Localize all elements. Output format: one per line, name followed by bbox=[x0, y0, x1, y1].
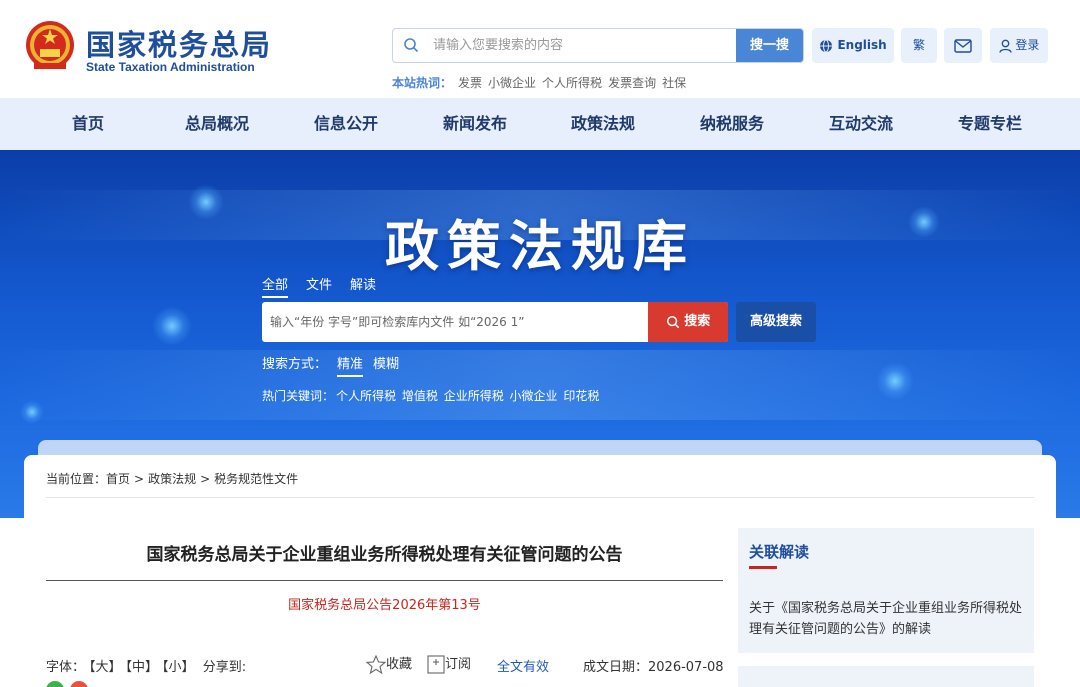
search-mode-label: 搜索方式： bbox=[262, 357, 328, 372]
issue-date: 成文日期：2026-07-08 bbox=[583, 656, 724, 675]
globe-icon bbox=[820, 39, 833, 52]
hot-keyword-link[interactable]: 印花税 bbox=[563, 389, 599, 403]
share-icons bbox=[46, 681, 94, 687]
hot-keywords: 热门关键词： 个人所得税 增值税 企业所得税 小微企业 印花税 bbox=[262, 387, 599, 404]
hotwords-label: 本站热词： bbox=[392, 76, 453, 90]
breadcrumb-policy[interactable]: 政策法规 bbox=[148, 472, 196, 486]
date-label: 成文日期： bbox=[583, 660, 649, 675]
hot-keyword-link[interactable]: 个人所得税 bbox=[336, 389, 396, 403]
nav-item-home[interactable]: 首页 bbox=[33, 98, 143, 150]
favorite-label: 收藏 bbox=[386, 657, 413, 672]
english-button[interactable]: English bbox=[812, 28, 894, 63]
policy-search-button[interactable]: 搜索 bbox=[648, 302, 728, 342]
document-number: 国家税务总局公告2026年第13号 bbox=[288, 598, 481, 613]
mail-icon bbox=[954, 38, 972, 53]
breadcrumb-home[interactable]: 首页 bbox=[106, 472, 130, 486]
site-name[interactable]: 国家税务总局 bbox=[86, 22, 272, 64]
nav-item-disclosure[interactable]: 信息公开 bbox=[291, 98, 401, 150]
related-title: 关联解读 bbox=[749, 543, 810, 561]
user-icon bbox=[998, 39, 1012, 53]
font-size-label: 字体： bbox=[46, 660, 86, 675]
title-rule bbox=[46, 580, 723, 581]
date-value: 2026-07-08 bbox=[648, 660, 724, 675]
search-mode-exact[interactable]: 精准 bbox=[337, 353, 364, 377]
favorite-button[interactable]: 收藏 bbox=[365, 653, 413, 675]
breadcrumb: 当前位置：首页 > 政策法规 > 税务规范性文件 bbox=[46, 470, 298, 487]
search-mode: 搜索方式： 精准 模糊 bbox=[262, 353, 399, 377]
advanced-search-button[interactable]: 高级搜索 bbox=[736, 302, 816, 342]
article-title: 国家税务总局关于企业重组业务所得税处理有关征管问题的公告 bbox=[146, 545, 623, 565]
tab-all[interactable]: 全部 bbox=[262, 274, 289, 298]
nav-item-news[interactable]: 新闻发布 bbox=[420, 98, 530, 150]
breadcrumb-label: 当前位置： bbox=[46, 472, 107, 486]
font-small-button[interactable]: 【小】 bbox=[162, 660, 195, 675]
nav-item-overview[interactable]: 总局概况 bbox=[162, 98, 272, 150]
nav-item-tax-service[interactable]: 纳税服务 bbox=[677, 98, 787, 150]
sidebar-next-panel bbox=[738, 666, 1034, 687]
site-hotwords: 本站热词： 发票 小微企业 个人所得税 发票查询 社保 bbox=[392, 74, 686, 91]
related-interpretation-panel: 关联解读 关于《国家税务总局关于企业重组业务所得税处理有关征管问题的公告》的解读 bbox=[738, 528, 1034, 653]
login-button-label: 登录 bbox=[1015, 38, 1040, 52]
banner-tabs: 全部 文件 解读 bbox=[262, 274, 394, 298]
site-search-button[interactable]: 搜一搜 bbox=[736, 29, 803, 62]
font-size-controls: 字体： 【大】 【中】 【小】 分享到: bbox=[46, 656, 250, 675]
nav-item-topics[interactable]: 专题专栏 bbox=[935, 98, 1045, 150]
nav-item-interaction[interactable]: 互动交流 bbox=[806, 98, 916, 150]
site-search-input[interactable] bbox=[433, 29, 733, 62]
search-mode-fuzzy[interactable]: 模糊 bbox=[373, 353, 399, 375]
search-icon bbox=[404, 38, 419, 53]
site-search-box: 搜一搜 bbox=[392, 28, 804, 63]
subscribe-label: 订阅 bbox=[445, 657, 472, 672]
tab-documents[interactable]: 文件 bbox=[306, 274, 332, 296]
login-button[interactable]: 登录 bbox=[990, 28, 1048, 63]
validity-status: 全文有效 bbox=[497, 660, 550, 675]
weibo-share-icon[interactable] bbox=[70, 681, 88, 687]
tab-interpretations[interactable]: 解读 bbox=[350, 274, 376, 296]
subscribe-icon bbox=[427, 655, 445, 674]
banner-glow bbox=[876, 362, 914, 400]
breadcrumb-separator: > bbox=[200, 472, 211, 486]
policy-search-button-label: 搜索 bbox=[684, 314, 711, 329]
search-icon bbox=[666, 315, 679, 328]
breadcrumb-divider bbox=[46, 497, 1034, 498]
policy-search-box: 搜索 bbox=[262, 302, 728, 342]
wechat-share-icon[interactable] bbox=[46, 681, 64, 687]
banner-glow bbox=[152, 306, 192, 346]
hotword-link[interactable]: 个人所得税 bbox=[542, 76, 602, 90]
nav-item-policy[interactable]: 政策法规 bbox=[548, 98, 658, 150]
banner-light-beam bbox=[0, 350, 1080, 420]
star-icon bbox=[365, 654, 387, 675]
traditional-chinese-button[interactable]: 繁 bbox=[901, 28, 937, 63]
subscribe-button[interactable]: 订阅 bbox=[427, 653, 471, 674]
hotword-link[interactable]: 社保 bbox=[662, 76, 686, 90]
breadcrumb-separator: > bbox=[134, 472, 145, 486]
english-button-label: English bbox=[837, 38, 887, 52]
article-card: 当前位置：首页 > 政策法规 > 税务规范性文件 国家税务总局关于企业重组业务所得税处理… bbox=[24, 455, 1056, 687]
share-label: 分享到: bbox=[202, 660, 247, 675]
banner-title: 政策法规库 bbox=[385, 214, 695, 278]
hotword-link[interactable]: 发票 bbox=[458, 76, 482, 90]
hot-keyword-link[interactable]: 小微企业 bbox=[510, 389, 558, 403]
banner-glow bbox=[20, 400, 44, 424]
site-header: 国家税务总局 State Taxation Administration 搜一搜… bbox=[0, 0, 1080, 98]
policy-search-input[interactable] bbox=[262, 302, 648, 342]
hot-keywords-label: 热门关键词： bbox=[262, 389, 335, 403]
site-name-en[interactable]: State Taxation Administration bbox=[86, 60, 255, 74]
breadcrumb-current[interactable]: 税务规范性文件 bbox=[214, 472, 298, 486]
hotword-link[interactable]: 小微企业 bbox=[488, 76, 536, 90]
related-title-underline bbox=[749, 566, 777, 569]
related-interpretation-link[interactable]: 关于《国家税务总局关于企业重组业务所得税处理有关征管问题的公告》的解读 bbox=[749, 598, 1025, 640]
font-medium-button[interactable]: 【中】 bbox=[126, 660, 159, 675]
hot-keyword-link[interactable]: 增值税 bbox=[402, 389, 438, 403]
font-large-button[interactable]: 【大】 bbox=[89, 660, 122, 675]
national-emblem-icon[interactable] bbox=[24, 19, 76, 73]
mail-button[interactable] bbox=[944, 28, 982, 63]
hotword-link[interactable]: 发票查询 bbox=[608, 76, 656, 90]
main-nav: 首页 总局概况 信息公开 新闻发布 政策法规 纳税服务 互动交流 专题专栏 bbox=[0, 98, 1080, 150]
hot-keyword-link[interactable]: 企业所得税 bbox=[444, 389, 504, 403]
